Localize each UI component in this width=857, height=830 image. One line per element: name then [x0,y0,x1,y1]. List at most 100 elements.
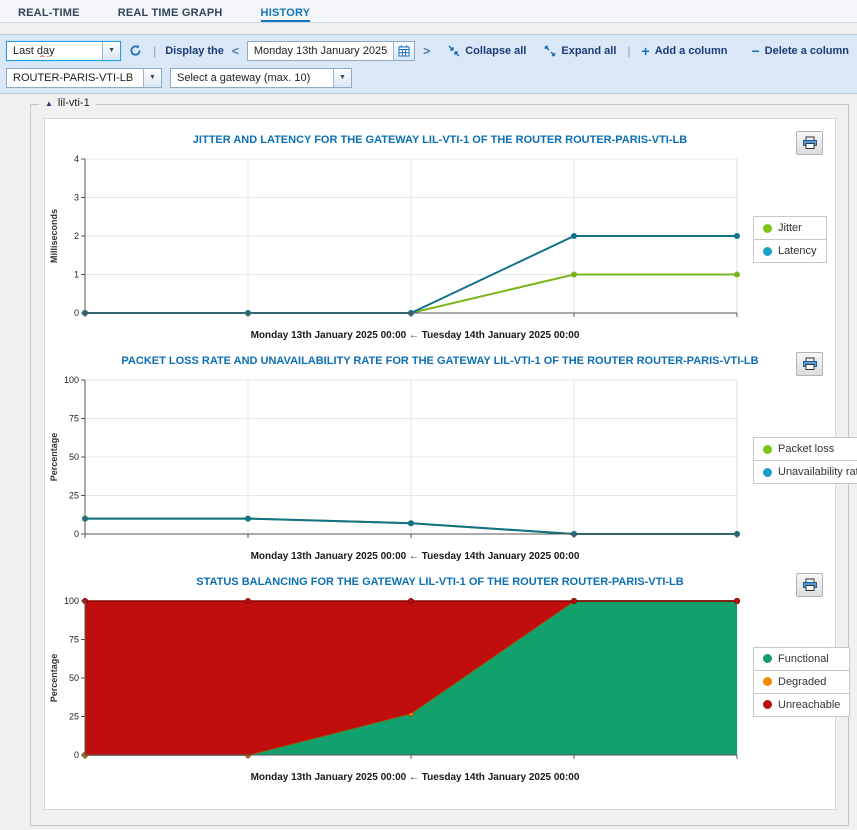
printer-icon [802,136,817,149]
chart-status-balancing: STATUS BALANCING FOR THE GATEWAY LIL-VTI… [45,565,851,786]
collapse-all-icon [448,44,460,57]
period-select[interactable]: Last day ▼ [6,40,122,61]
router-select[interactable]: ROUTER-PARIS-VTI-LB ▼ [6,67,162,88]
legend: Functional Degraded Unreachable [753,646,851,717]
legend-label: Jitter [778,222,802,234]
collapse-all-button[interactable]: Collapse all [446,45,528,57]
print-button[interactable] [796,352,823,376]
expand-all-icon [545,45,556,56]
calendar-icon [398,45,410,56]
toolbar: Last day ▼ | Display the < Monday 13th J… [0,34,857,94]
x-axis-label: Monday 13th January 2025 00:00 ← Tuesday… [250,551,580,562]
period-select-value: Last day [13,44,55,57]
chart-row: 0 1 2 3 4 Milliseconds Jitter Latency [45,151,835,329]
gateway-select-value: Select a gateway (max. 10) [177,71,311,84]
svg-text:Percentage: Percentage [49,654,59,703]
charts-card: JITTER AND LATENCY FOR THE GATEWAY LIL-V… [44,118,857,810]
legend-item-unavailability-rate: Unavailability rate [753,460,857,484]
next-day-button[interactable]: > [421,44,432,58]
legend-dot [763,467,772,477]
svg-text:75: 75 [69,635,79,645]
chart-jitter-latency: JITTER AND LATENCY FOR THE GATEWAY LIL-V… [45,123,835,344]
svg-text:0: 0 [74,529,79,539]
legend-dot [763,223,772,233]
legend-dot [763,700,772,709]
legend-dot [763,444,772,454]
display-the-label: Display the [165,44,224,57]
legend-item-functional: Functional [753,646,851,671]
legend-dot [763,677,772,686]
svg-text:75: 75 [69,414,79,424]
printer-icon [802,357,817,370]
app-root: REAL-TIME REAL TIME GRAPH HISTORY Last d… [0,0,857,830]
tab-history[interactable]: HISTORY [260,7,311,22]
legend-item-jitter: Jitter [753,216,827,240]
chart-title: JITTER AND LATENCY FOR THE GATEWAY LIL-V… [192,134,688,146]
toolbar-row-2: ROUTER-PARIS-VTI-LB ▼ Select a gateway (… [6,65,851,90]
toolbar-row-1: Last day ▼ | Display the < Monday 13th J… [6,38,851,63]
chart-canvas-status-balancing: 0 25 50 75 100 Percentage [45,593,745,771]
gateway-select-dropdown-icon[interactable]: ▼ [333,68,351,87]
svg-text:100: 100 [64,596,79,606]
legend-item-latency: Latency [753,239,827,263]
legend-dot [763,654,772,663]
svg-text:50: 50 [69,452,79,462]
legend-label: Degraded [778,675,827,688]
print-button[interactable] [796,131,823,155]
svg-text:25: 25 [69,712,79,722]
plus-icon: + [641,42,650,59]
svg-text:0: 0 [74,750,79,760]
panel-header[interactable]: ▲ lil-vti-1 [39,97,96,109]
collapse-triangle-icon: ▲ [45,98,53,108]
svg-text:0: 0 [74,308,79,318]
tab-bar: REAL-TIME REAL TIME GRAPH HISTORY [0,0,857,23]
tab-real-time[interactable]: REAL-TIME [18,7,80,22]
delete-column-button[interactable]: − Delete a column [749,42,851,59]
expand-all-button[interactable]: Expand all [542,45,618,57]
legend-label: Unreachable [778,698,841,711]
printer-icon [802,578,817,591]
refresh-icon [130,44,141,56]
svg-text:1: 1 [74,270,79,280]
chart-row: 0 25 50 75 100 Percentage Packet loss Unavaila… [45,372,857,550]
page-body: ▲ lil-vti-1 JITTER AND LATENCY FOR THE G… [0,94,857,826]
refresh-button[interactable] [127,44,144,57]
date-field[interactable]: Monday 13th January 2025 [246,40,416,61]
period-select-dropdown-icon[interactable]: ▼ [102,41,121,60]
legend-label: Unavailability rate [778,466,857,478]
svg-text:2: 2 [74,231,79,241]
legend-label: Functional [778,652,829,665]
svg-text:Percentage: Percentage [49,433,59,482]
date-field-value: Monday 13th January 2025 [253,44,388,57]
legend-label: Packet loss [778,443,835,455]
legend-item-degraded: Degraded [753,669,851,694]
chart-row: 0 25 50 75 100 Percentage Functional Degraded U… [45,593,851,771]
router-select-dropdown-icon[interactable]: ▼ [143,68,161,87]
chart-canvas-jitter-latency: 0 1 2 3 4 Milliseconds [45,151,745,329]
toolbar-separator: | [153,43,157,58]
calendar-button[interactable] [393,41,415,60]
x-axis-label: Monday 13th January 2025 00:00 ← Tuesday… [250,772,580,783]
tab-real-time-graph[interactable]: REAL TIME GRAPH [118,7,223,22]
add-column-button[interactable]: + Add a column [640,42,730,59]
chart-title: PACKET LOSS RATE AND UNAVAILABILITY RATE… [121,355,759,367]
legend-item-packet-loss: Packet loss [753,437,857,461]
gateway-select[interactable]: Select a gateway (max. 10) ▼ [170,67,352,88]
minus-icon: − [751,42,760,59]
print-button[interactable] [796,573,823,597]
legend-label: Latency [778,245,817,257]
panel-title: lil-vti-1 [57,97,90,109]
toolbar-separator-2: | [627,43,631,58]
svg-text:50: 50 [69,673,79,683]
svg-text:100: 100 [64,375,79,385]
svg-text:25: 25 [69,491,79,501]
chart-canvas-packet-loss: 0 25 50 75 100 Percentage [45,372,745,550]
gateway-panel: ▲ lil-vti-1 JITTER AND LATENCY FOR THE G… [30,97,857,826]
legend-dot [763,246,772,256]
chart-title: STATUS BALANCING FOR THE GATEWAY LIL-VTI… [196,576,684,588]
router-select-value: ROUTER-PARIS-VTI-LB [13,71,134,84]
svg-text:Milliseconds: Milliseconds [49,209,59,263]
legend: Jitter Latency [753,216,827,263]
previous-day-button[interactable]: < [230,44,241,58]
chart-packet-loss-unavailability: PACKET LOSS RATE AND UNAVAILABILITY RATE… [45,344,857,565]
